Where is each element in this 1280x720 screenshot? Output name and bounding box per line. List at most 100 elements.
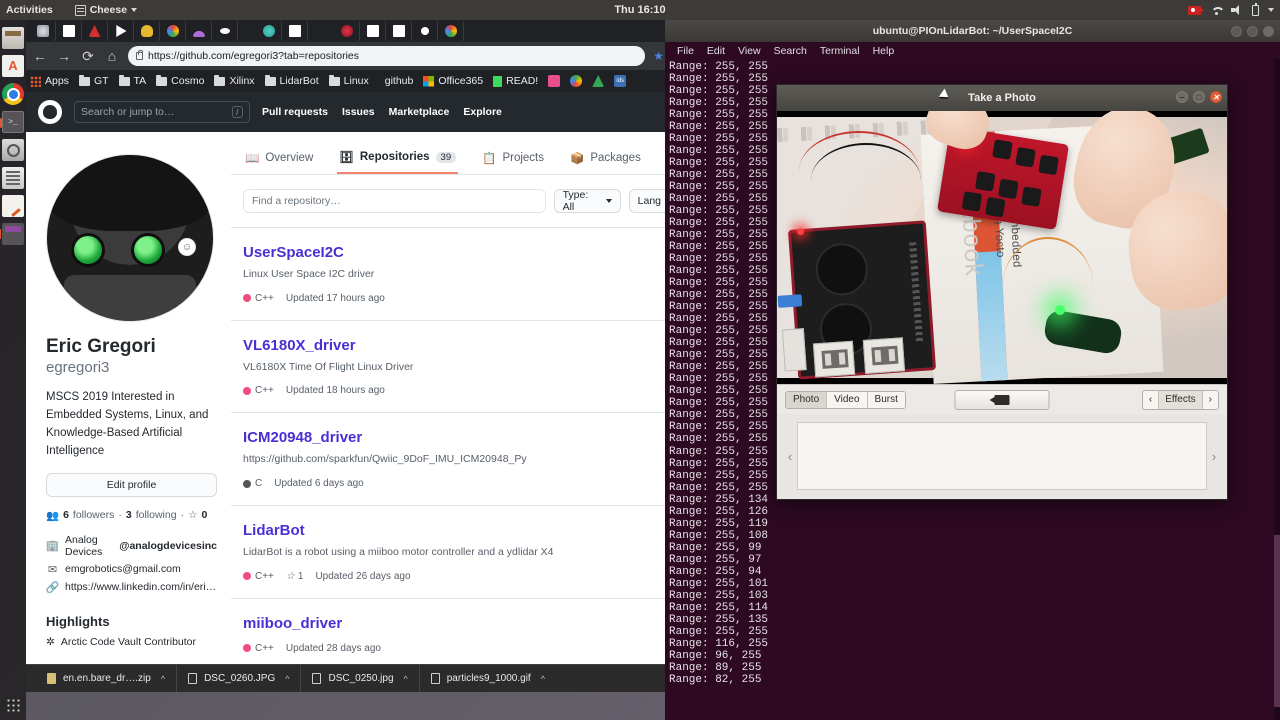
browser-tab[interactable] <box>334 21 360 41</box>
bookmark-apps[interactable]: Apps <box>30 75 69 87</box>
repository-name[interactable]: VL6180X_driver <box>243 337 658 354</box>
bookmark-xilinx[interactable]: Xilinx <box>214 74 255 87</box>
effects-button[interactable]: Effects <box>1159 390 1203 409</box>
tab-overview[interactable]: 📖 Overview <box>243 144 315 174</box>
following-count[interactable]: 3 <box>126 509 132 521</box>
terminal-title-bar[interactable]: ubuntu@PIOnLidarBot: ~/UserSpaceI2C <box>665 20 1280 42</box>
gallery-thumbnails[interactable] <box>797 422 1207 490</box>
browser-tab[interactable] <box>134 21 160 41</box>
bookmark-github[interactable]: github <box>385 75 414 87</box>
github-mark-icon[interactable] <box>38 100 62 124</box>
dock-item-amazon[interactable] <box>2 55 24 77</box>
bookmark-lidarbot[interactable]: LidarBot <box>264 74 319 87</box>
mode-photo[interactable]: Photo <box>786 391 828 408</box>
browser-tab[interactable] <box>160 21 186 41</box>
repository-stars[interactable]: ☆ 1 <box>286 571 304 582</box>
dock-item-terminal[interactable] <box>0 111 24 133</box>
bookmark-favicon[interactable] <box>570 75 583 87</box>
following-label[interactable]: following <box>136 509 177 521</box>
stars-count[interactable]: 0 <box>201 509 207 521</box>
clock[interactable]: Thu 16:10 <box>614 4 665 16</box>
browser-tab[interactable] <box>82 21 108 41</box>
address-bar[interactable]: https://github.com/egregori3?tab=reposit… <box>128 46 646 66</box>
language-filter-button[interactable]: Lang <box>628 189 670 213</box>
wifi-icon[interactable] <box>1210 5 1222 15</box>
chevron-up-icon[interactable]: ^ <box>161 674 165 684</box>
browser-tab[interactable] <box>30 21 56 41</box>
dock-item-cheese[interactable] <box>2 139 24 161</box>
edit-profile-button[interactable]: Edit profile <box>46 472 217 497</box>
effects-next-button[interactable]: › <box>1203 391 1218 409</box>
browser-tab[interactable] <box>386 21 412 41</box>
chevron-up-icon[interactable]: ^ <box>541 674 545 684</box>
dock-item-calculator[interactable] <box>2 167 24 189</box>
tab-projects[interactable]: 📋 Projects <box>480 144 546 174</box>
repository-name[interactable]: ICM20948_driver <box>243 429 658 446</box>
dock-item-files[interactable] <box>2 27 24 49</box>
minimize-icon[interactable] <box>1231 25 1242 37</box>
nav-pull-requests[interactable]: Pull requests <box>262 106 328 118</box>
followers-label[interactable]: followers <box>73 509 114 521</box>
bookmark-favicon[interactable] <box>548 75 561 87</box>
home-button[interactable]: ⌂ <box>104 48 120 64</box>
search-input[interactable]: Search or jump to… / <box>74 101 250 123</box>
repository-name[interactable]: miiboo_driver <box>243 615 658 632</box>
gallery-prev-button[interactable]: ‹ <box>783 422 797 490</box>
repository-name[interactable]: LidarBot <box>243 522 658 539</box>
dock-item-app[interactable] <box>0 223 24 245</box>
capture-button[interactable] <box>954 389 1050 410</box>
battery-icon[interactable] <box>1252 2 1259 16</box>
menu-view[interactable]: View <box>738 45 761 57</box>
mode-video[interactable]: Video <box>827 391 868 408</box>
bookmark-favicon-drive[interactable] <box>592 75 605 87</box>
maximize-icon[interactable] <box>1247 25 1258 37</box>
bookmark-cosmo[interactable]: Cosmo <box>156 74 204 87</box>
company-handle[interactable]: @analogdevicesinc <box>119 540 217 552</box>
browser-tab[interactable] <box>212 21 238 41</box>
volume-icon[interactable] <box>1231 5 1243 15</box>
dock-item-chrome[interactable] <box>2 83 24 105</box>
back-button[interactable]: ← <box>32 48 48 64</box>
close-icon[interactable]: ✕ <box>1210 91 1222 103</box>
menu-terminal[interactable]: Terminal <box>820 45 860 57</box>
system-menu-chevron-icon[interactable] <box>1268 8 1274 12</box>
nav-explore[interactable]: Explore <box>463 106 502 118</box>
bookmark-linux[interactable]: Linux <box>328 74 369 87</box>
tab-packages[interactable]: 📦 Packages <box>568 144 643 174</box>
minimize-icon[interactable]: – <box>1176 91 1188 103</box>
system-tray[interactable] <box>1188 2 1274 16</box>
nav-issues[interactable]: Issues <box>342 106 375 118</box>
email-value[interactable]: emgrobotics@gmail.com <box>65 563 181 575</box>
maximize-icon[interactable]: □ <box>1193 91 1205 103</box>
link-value[interactable]: https://www.linkedin.com/in/eric-gr… <box>65 581 217 593</box>
repository-name[interactable]: UserSpaceI2C <box>243 244 658 261</box>
tab-repositories[interactable]: 🗄 Repositories 39 <box>337 144 459 174</box>
browser-tab[interactable] <box>56 21 82 41</box>
dock-item-text-editor[interactable] <box>2 195 24 217</box>
terminal-scrollbar[interactable] <box>1274 59 1280 720</box>
browser-tab[interactable] <box>282 21 308 41</box>
download-item[interactable]: en.en.bare_dr….zip ^ <box>36 664 178 692</box>
bookmark-ta[interactable]: TA <box>118 74 146 87</box>
effects-prev-button[interactable]: ‹ <box>1143 390 1160 409</box>
bookmark-star-icon[interactable]: ★ <box>653 49 664 63</box>
highlight-arctic-vault[interactable]: ✲ Arctic Code Vault Contributor <box>46 636 217 648</box>
browser-tab[interactable] <box>438 21 464 41</box>
reload-button[interactable]: ⟳ <box>80 48 96 65</box>
status-emoji-button[interactable]: ☺ <box>178 238 196 256</box>
browser-tab[interactable] <box>186 21 212 41</box>
close-icon[interactable] <box>1263 25 1274 37</box>
activities-button[interactable]: Activities <box>6 4 53 16</box>
menu-help[interactable]: Help <box>873 45 895 57</box>
show-applications-grid-icon[interactable] <box>6 698 20 712</box>
download-item[interactable]: particles9_1000.gif ^ <box>420 665 556 693</box>
mode-burst[interactable]: Burst <box>867 391 905 408</box>
cheese-title-bar[interactable]: Take a Photo – □ ✕ <box>777 85 1227 111</box>
bookmark-gt[interactable]: GT <box>78 74 109 87</box>
bookmark-office365[interactable]: Office365 <box>423 75 483 87</box>
find-repository-input[interactable]: Find a repository… <box>243 189 546 213</box>
screen-record-icon[interactable] <box>1188 5 1204 15</box>
app-menu[interactable]: Cheese <box>74 4 138 16</box>
type-filter-button[interactable]: Type: All <box>553 189 621 213</box>
download-item[interactable]: DSC_0250.jpg ^ <box>301 664 420 692</box>
